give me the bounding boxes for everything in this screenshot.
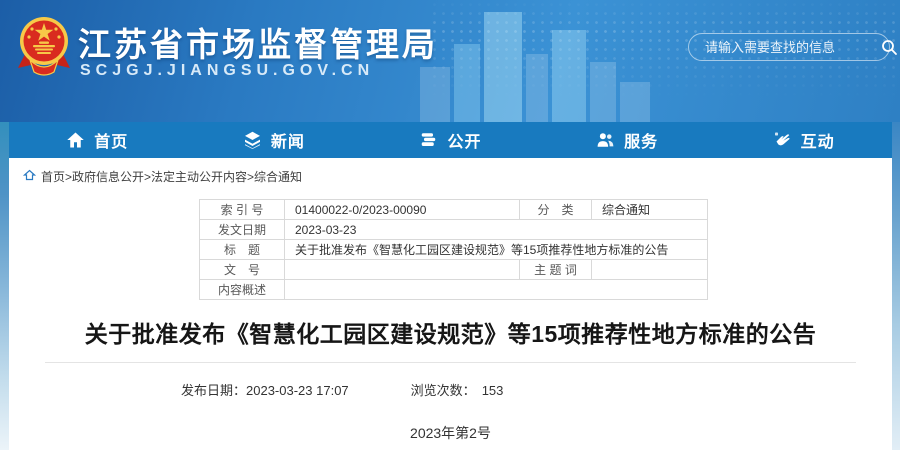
article-meta: 发布日期：2023-03-23 17:07 浏览次数：153: [181, 380, 892, 399]
title-label: 标 题: [200, 240, 285, 260]
nav-item-public[interactable]: 公开: [362, 122, 539, 158]
nav-item-news[interactable]: 新闻: [186, 122, 363, 158]
main-content: 首页>政府信息公开>法定主动公开内容>综合通知 索 引 号 01400022-0…: [9, 158, 892, 450]
left-edge-decoration: [0, 122, 9, 450]
index-number-label: 索 引 号: [200, 200, 285, 220]
interaction-hand-icon: [773, 131, 792, 149]
nav-label: 首页: [94, 128, 128, 152]
article-title: 关于批准发布《智慧化工园区建设规范》等15项推荐性地方标准的公告: [9, 315, 892, 349]
news-layers-icon: [243, 131, 262, 149]
keywords-value: [592, 260, 708, 280]
view-count: 浏览次数：153: [411, 380, 504, 399]
site-title: 江苏省市场监督管理局: [78, 18, 438, 66]
doc-number-label: 文 号: [200, 260, 285, 280]
nav-label: 公开: [447, 128, 481, 152]
issue-date-label: 发文日期: [200, 220, 285, 240]
home-icon: [66, 131, 85, 149]
doc-number-value: [285, 260, 520, 280]
books-icon: [419, 131, 438, 149]
divider: [45, 362, 856, 363]
issue-date-value: 2023-03-23: [285, 220, 708, 240]
nav-item-services[interactable]: 服务: [539, 122, 716, 158]
nav-label: 服务: [624, 128, 658, 152]
table-row: 索 引 号 01400022-0/2023-00090 分 类 综合通知: [200, 200, 708, 220]
search-box[interactable]: [688, 33, 890, 61]
site-domain: SCJGJ.JIANGSU.GOV.CN: [80, 62, 374, 80]
summary-value: [285, 280, 708, 300]
table-row: 文 号 主 题 词: [200, 260, 708, 280]
table-row: 标 题 关于批准发布《智慧化工园区建设规范》等15项推荐性地方标准的公告: [200, 240, 708, 260]
site-header: 江苏省市场监督管理局 SCJGJ.JIANGSU.GOV.CN: [0, 0, 900, 122]
category-label: 分 类: [520, 200, 592, 220]
right-edge-decoration: [892, 122, 900, 450]
breadcrumb-home-icon: [23, 169, 36, 184]
people-icon: [596, 131, 615, 149]
publish-date: 发布日期：2023-03-23 17:07: [181, 380, 349, 399]
nav-item-interaction[interactable]: 互动: [715, 122, 892, 158]
main-nav: 首页 新闻 公开: [9, 122, 892, 158]
document-info-table: 索 引 号 01400022-0/2023-00090 分 类 综合通知 发文日…: [199, 199, 708, 300]
national-emblem-logo: [16, 14, 72, 83]
breadcrumb-text: 首页>政府信息公开>法定主动公开内容>综合通知: [41, 168, 302, 185]
category-value: 综合通知: [592, 200, 708, 220]
table-row: 内容概述: [200, 280, 708, 300]
nav-label: 互动: [801, 128, 835, 152]
search-input[interactable]: [705, 40, 881, 55]
nav-item-home[interactable]: 首页: [9, 122, 186, 158]
breadcrumb[interactable]: 首页>政府信息公开>法定主动公开内容>综合通知: [9, 158, 892, 185]
search-icon[interactable]: [881, 38, 898, 56]
nav-label: 新闻: [271, 128, 305, 152]
title-value: 关于批准发布《智慧化工园区建设规范》等15项推荐性地方标准的公告: [285, 240, 708, 260]
announcement-number: 2023年第2号: [9, 423, 892, 443]
index-number-value: 01400022-0/2023-00090: [285, 200, 520, 220]
table-row: 发文日期 2023-03-23: [200, 220, 708, 240]
keywords-label: 主 题 词: [520, 260, 592, 280]
page: 江苏省市场监督管理局 SCJGJ.JIANGSU.GOV.CN 首页: [0, 0, 900, 450]
summary-label: 内容概述: [200, 280, 285, 300]
city-skyline-decoration: [420, 0, 720, 122]
